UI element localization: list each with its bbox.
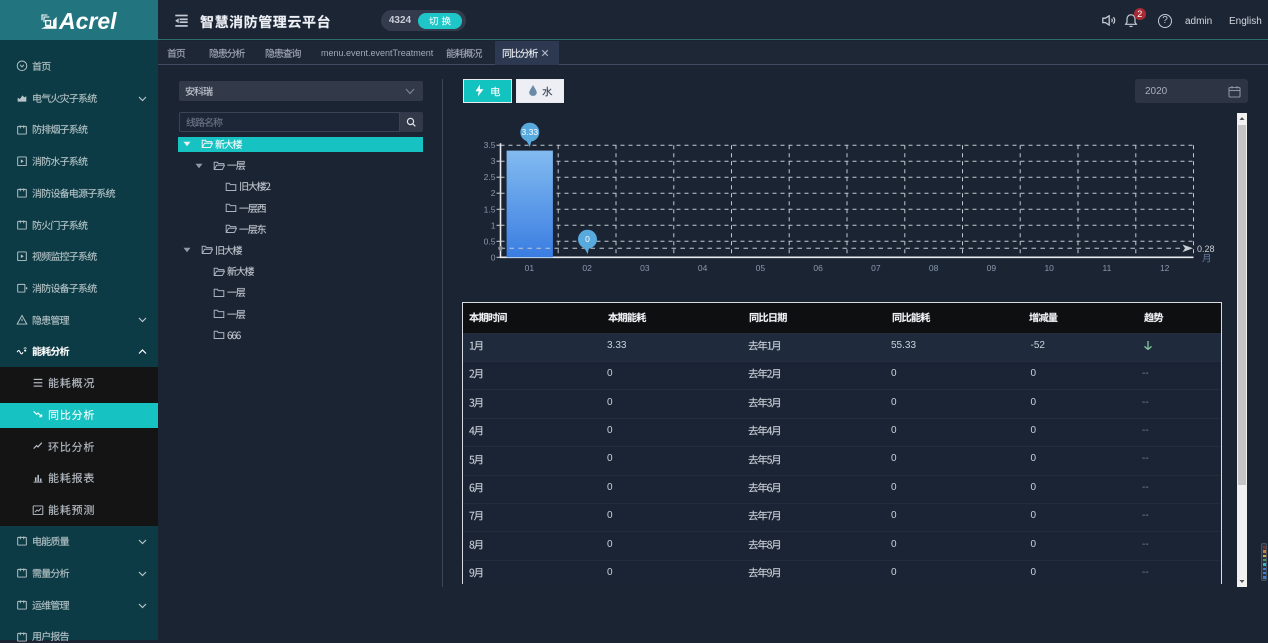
svg-text:12: 12 (1160, 263, 1170, 273)
svg-text:11: 11 (1102, 263, 1111, 273)
svg-text:06: 06 (813, 263, 823, 273)
svg-text:3.5: 3.5 (484, 140, 496, 150)
svg-text:03: 03 (640, 263, 650, 273)
svg-text:07: 07 (871, 263, 881, 273)
svg-text:0.5: 0.5 (484, 236, 496, 246)
svg-text:3.33: 3.33 (522, 127, 539, 137)
svg-text:02: 02 (582, 263, 592, 273)
svg-text:0: 0 (491, 252, 496, 262)
svg-text:01: 01 (525, 263, 535, 273)
svg-text:05: 05 (756, 263, 766, 273)
svg-text:1: 1 (491, 220, 496, 230)
svg-text:0: 0 (585, 234, 590, 244)
svg-text:2: 2 (491, 188, 496, 198)
svg-text:10: 10 (1044, 263, 1054, 273)
svg-text:09: 09 (987, 263, 997, 273)
svg-text:08: 08 (929, 263, 939, 273)
svg-text:3: 3 (491, 156, 496, 166)
svg-text:2.5: 2.5 (484, 172, 496, 182)
svg-text:04: 04 (698, 263, 708, 273)
svg-text:1.5: 1.5 (484, 204, 496, 214)
